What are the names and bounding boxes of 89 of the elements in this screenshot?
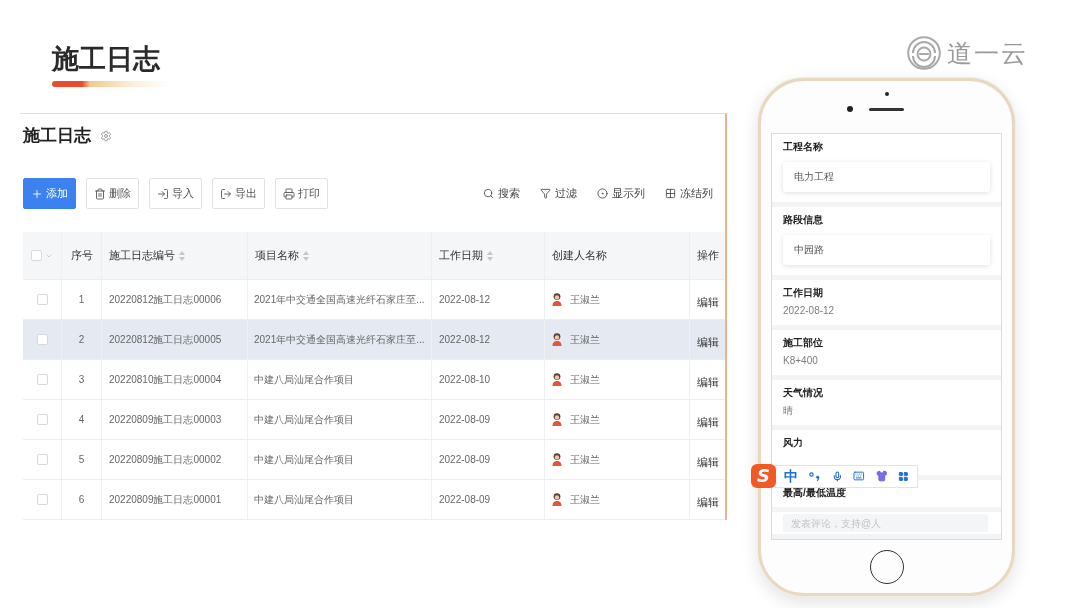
- punctuation-icon[interactable]: [809, 470, 821, 482]
- field-label: 工作日期: [783, 287, 824, 299]
- show-columns-button[interactable]: 显示列: [597, 186, 645, 201]
- field-value: 晴: [783, 405, 794, 417]
- search-button[interactable]: 搜索: [483, 186, 520, 201]
- creator-name: 王淑兰: [570, 492, 600, 507]
- person-icon: [552, 373, 562, 386]
- edit-link[interactable]: 编辑: [697, 295, 719, 310]
- microphone-icon[interactable]: [831, 469, 843, 483]
- keyboard-icon[interactable]: [853, 469, 865, 483]
- creator-name: 王淑兰: [570, 372, 600, 387]
- edit-link[interactable]: 编辑: [697, 415, 719, 430]
- arrow-out-of-box-icon: [220, 187, 232, 200]
- table-row[interactable]: 4 20220809施工日志00003 中建八局汕尾合作项目 2022-08-09 王淑兰 编辑: [23, 399, 725, 439]
- creator-name: 王淑兰: [570, 292, 600, 307]
- row-checkbox[interactable]: [36, 414, 48, 425]
- person-icon: [552, 413, 562, 426]
- index-cell: 6: [62, 480, 102, 519]
- export-button[interactable]: 导出: [212, 178, 265, 209]
- row-checkbox[interactable]: [36, 294, 48, 305]
- sort-icon[interactable]: [179, 250, 185, 261]
- freeze-columns-button[interactable]: 冻结列: [665, 186, 713, 201]
- sort-icon[interactable]: [303, 250, 309, 261]
- arrow-into-box-icon: [157, 187, 169, 200]
- grid-icon: [665, 188, 676, 199]
- table-row[interactable]: 1 20220812施工日志00006 2021年中交通全国高速光纤石家庄至... 2022-08-12 王淑兰 编辑: [23, 279, 725, 319]
- edit-link[interactable]: 编辑: [697, 495, 719, 510]
- date-cell: 2022-08-09: [432, 480, 545, 519]
- column-header: 项目名称: [255, 248, 299, 263]
- shirt-icon[interactable]: [875, 469, 888, 483]
- printer-icon: [283, 187, 295, 200]
- filter-button[interactable]: 过滤: [540, 186, 577, 201]
- input-field[interactable]: 电力工程: [783, 162, 990, 192]
- table-row[interactable]: 6 20220809施工日志00001 中建八局汕尾合作项目 2022-08-09 王淑兰 编辑: [23, 479, 725, 519]
- print-button[interactable]: 打印: [275, 178, 328, 209]
- creator-name: 王淑兰: [570, 452, 600, 467]
- field-label: 最高/最低温度: [783, 487, 847, 499]
- project-cell: 中建八局汕尾合作项目: [248, 480, 432, 519]
- edit-link[interactable]: 编辑: [697, 455, 719, 470]
- page-title: 施工日志: [52, 44, 160, 74]
- logo-text: 道一云: [947, 38, 1028, 69]
- grid-icon[interactable]: [898, 469, 909, 483]
- sensor-dot-icon: [884, 92, 889, 96]
- row-checkbox[interactable]: [36, 454, 48, 465]
- edit-link[interactable]: 编辑: [697, 335, 719, 350]
- input-mode-button[interactable]: 中: [784, 468, 798, 484]
- delete-button[interactable]: 删除: [86, 178, 139, 209]
- field-label: 天气情况: [783, 387, 824, 399]
- panel-title: 施工日志: [23, 125, 91, 147]
- table-row[interactable]: 5 20220809施工日志00002 中建八局汕尾合作项目 2022-08-09 王淑兰 编辑: [23, 439, 725, 479]
- ime-logo: S: [751, 464, 776, 488]
- input-field[interactable]: 中园路: [783, 235, 990, 265]
- settings-icon[interactable]: [100, 130, 112, 142]
- row-checkbox[interactable]: [36, 334, 48, 345]
- code-cell: 20220809施工日志00001: [102, 480, 248, 519]
- person-icon: [552, 333, 562, 346]
- add-button[interactable]: 添加: [23, 178, 76, 209]
- table-row[interactable]: 2 20220812施工日志00005 2021年中交通全国高速光纤石家庄至... 2022-08-12 王淑兰 编辑: [23, 319, 725, 359]
- person-icon: [552, 293, 562, 306]
- person-icon: [552, 493, 562, 506]
- funnel-icon: [540, 188, 551, 199]
- speaker-icon: [869, 107, 904, 111]
- table-row[interactable]: 3 20220810施工日志00004 中建八局汕尾合作项目 2022-08-10 王淑兰 编辑: [23, 359, 725, 399]
- column-header: 序号: [70, 248, 93, 263]
- logo-icon: [907, 36, 941, 70]
- column-header: 施工日志编号: [109, 248, 175, 263]
- field-value: K8+400: [783, 355, 819, 367]
- column-header: 操作: [697, 248, 719, 263]
- field-label: 路段信息: [783, 214, 824, 226]
- column-header: 工作日期: [439, 248, 483, 263]
- person-icon: [552, 453, 562, 466]
- field-label: 施工部位: [783, 337, 824, 349]
- plus-icon: [31, 187, 43, 200]
- row-checkbox[interactable]: [36, 494, 48, 505]
- trash-icon: [94, 187, 106, 200]
- field-value: 2022-08-12: [783, 305, 836, 317]
- select-all-checkbox[interactable]: [31, 250, 42, 261]
- import-button[interactable]: 导入: [149, 178, 202, 209]
- field-label: 工程名称: [783, 141, 824, 153]
- field-label: 风力: [783, 437, 804, 449]
- edit-link[interactable]: 编辑: [697, 375, 719, 390]
- column-header: 创建人名称: [552, 248, 607, 263]
- row-checkbox[interactable]: [36, 374, 48, 385]
- sort-icon[interactable]: [487, 250, 493, 261]
- creator-name: 王淑兰: [570, 412, 600, 427]
- search-icon: [483, 188, 494, 199]
- creator-name: 王淑兰: [570, 332, 600, 347]
- circle-dot-icon: [597, 188, 608, 199]
- camera-icon: [847, 106, 853, 112]
